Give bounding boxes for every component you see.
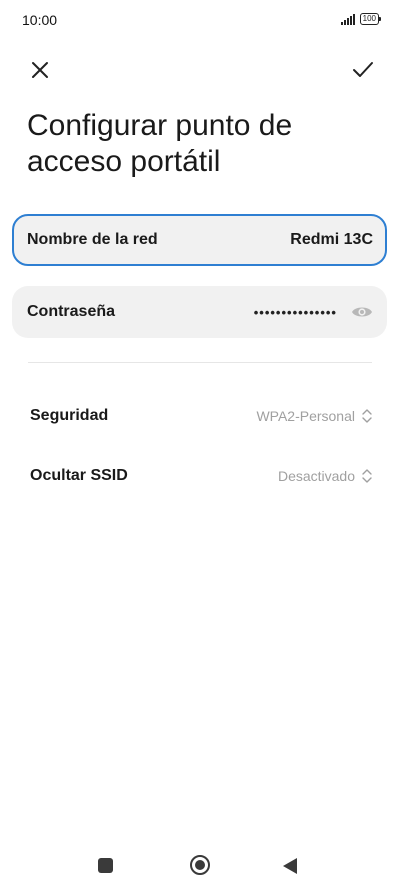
network-name-value[interactable]: Redmi 13C: [290, 231, 373, 249]
recents-button[interactable]: [98, 858, 113, 873]
close-icon: [32, 62, 48, 78]
action-bar: [0, 52, 401, 84]
battery-icon: 100: [359, 13, 382, 25]
back-button[interactable]: [282, 857, 298, 875]
password-visibility-toggle[interactable]: [351, 301, 373, 323]
home-button[interactable]: [189, 854, 211, 876]
hotspot-config-screen: 10:00 100 Configurar punto de acceso por…: [0, 0, 401, 892]
battery-level: 100: [362, 14, 376, 23]
security-label: Seguridad: [30, 407, 109, 424]
close-button[interactable]: [26, 56, 54, 84]
triangle-back-icon: [283, 858, 297, 874]
status-bar: 10:00 100: [0, 0, 401, 40]
security-row[interactable]: Seguridad WPA2-Personal: [30, 402, 373, 430]
eye-icon: [352, 307, 372, 317]
navigation-bar: [0, 848, 401, 884]
up-down-chevron-icon: [362, 409, 372, 423]
hide-ssid-label: Ocultar SSID: [30, 467, 128, 484]
signal-icon: [340, 13, 355, 25]
page-title: Configurar punto de acceso portátil: [27, 109, 293, 178]
status-time: 10:00: [22, 12, 58, 28]
security-value: WPA2-Personal: [256, 408, 355, 424]
hide-ssid-row[interactable]: Ocultar SSID Desactivado: [30, 462, 373, 490]
password-label: Contraseña: [27, 303, 116, 320]
status-icons: 100: [340, 13, 382, 25]
password-field[interactable]: Contraseña •••••••••••••••: [12, 286, 387, 338]
check-icon: [353, 62, 373, 77]
password-value[interactable]: •••••••••••••••: [254, 305, 337, 320]
circle-icon: [190, 855, 210, 875]
hide-ssid-value: Desactivado: [277, 468, 355, 484]
network-name-label: Nombre de la red: [27, 231, 158, 248]
divider: [28, 362, 372, 363]
up-down-chevron-icon: [362, 469, 372, 483]
confirm-button[interactable]: [349, 56, 377, 84]
network-name-field[interactable]: Nombre de la red Redmi 13C: [12, 214, 387, 266]
